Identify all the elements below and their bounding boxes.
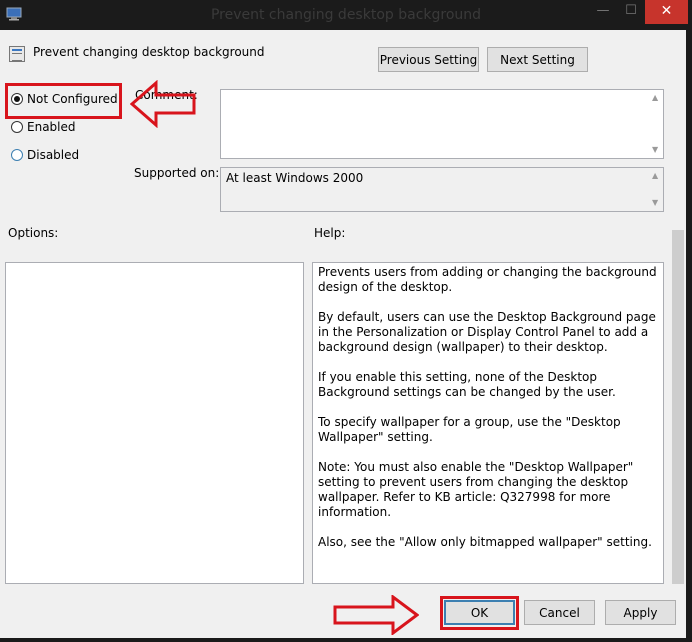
setting-title: Prevent changing desktop background [33,45,265,59]
radio-disabled[interactable]: Disabled [11,148,79,162]
policy-setting-icon [9,46,25,62]
annotation-arrow-right-icon [333,595,419,635]
window-title: Prevent changing desktop background [210,7,482,23]
next-setting-button[interactable]: Next Setting [487,47,588,72]
supported-on-field: At least Windows 2000 ▲ ▼ [220,167,664,212]
cancel-button[interactable]: Cancel [524,600,595,625]
help-paragraph: By default, users can use the Desktop Ba… [318,310,656,354]
close-button[interactable]: ✕ [645,0,688,24]
supported-on-label: Supported on: [134,166,220,180]
radio-label: Enabled [27,120,76,134]
help-paragraph: If you enable this setting, none of the … [318,370,616,399]
help-paragraph: Also, see the "Allow only bitmapped wall… [318,535,652,549]
supported-on-value: At least Windows 2000 [226,171,364,185]
help-paragraph: Prevents users from adding or changing t… [318,265,657,294]
minimize-button[interactable]: — [592,0,614,24]
dialog-scrollbar[interactable] [670,230,686,584]
dialog-body: Prevent changing desktop background Prev… [0,30,686,638]
annotation-arrow-left-icon [130,80,196,128]
annotation-highlight-box [5,83,122,119]
comment-field[interactable]: ▲ ▼ [220,89,664,159]
radio-label: Disabled [27,148,80,162]
options-pane [5,262,304,584]
help-paragraph: To specify wallpaper for a group, use th… [318,415,621,444]
radio-icon[interactable] [11,121,23,133]
annotation-highlight-box [440,596,519,630]
help-paragraph: Note: You must also enable the "Desktop … [318,460,634,519]
policy-setting-window: Prevent changing desktop background — ☐ … [0,0,692,642]
radio-enabled[interactable]: Enabled [11,120,76,134]
help-label: Help: [314,226,346,240]
scroll-up-icon[interactable]: ▲ [652,94,660,102]
scroll-down-icon[interactable]: ▼ [652,146,660,154]
options-label: Options: [8,226,59,240]
scroll-up-icon[interactable]: ▲ [652,172,660,180]
maximize-button[interactable]: ☐ [620,0,642,24]
scroll-down-icon[interactable]: ▼ [652,199,660,207]
radio-icon[interactable] [11,149,23,161]
scrollbar-thumb[interactable] [672,230,684,584]
help-pane[interactable]: Prevents users from adding or changing t… [312,262,664,584]
previous-setting-button[interactable]: Previous Setting [378,47,479,72]
apply-button[interactable]: Apply [605,600,676,625]
title-bar[interactable]: Prevent changing desktop background — ☐ … [0,0,692,30]
